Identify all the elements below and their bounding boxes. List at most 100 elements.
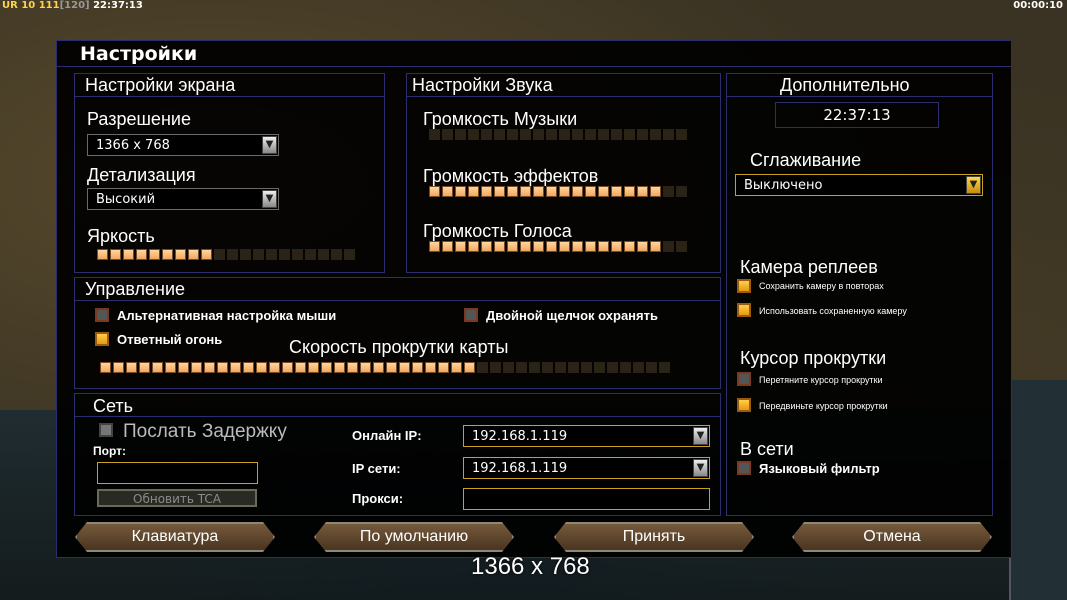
slider-segment[interactable] — [253, 249, 264, 260]
slider-segment[interactable] — [217, 362, 228, 373]
slider-segment[interactable] — [507, 241, 518, 252]
detail-dropdown[interactable]: Высокий ▼ — [87, 188, 279, 210]
slider-segment[interactable] — [204, 362, 215, 373]
slider-segment[interactable] — [429, 129, 440, 140]
chevron-down-icon[interactable]: ▼ — [966, 176, 981, 194]
slider-segment[interactable] — [559, 241, 570, 252]
slider-segment[interactable] — [611, 186, 622, 197]
cancel-button[interactable]: Отмена — [792, 522, 992, 552]
slider-segment[interactable] — [572, 129, 583, 140]
slider-segment[interactable] — [481, 186, 492, 197]
slider-segment[interactable] — [585, 186, 596, 197]
slider-segment[interactable] — [572, 241, 583, 252]
slider-segment[interactable] — [637, 129, 648, 140]
slider-segment[interactable] — [344, 249, 355, 260]
chevron-down-icon[interactable]: ▼ — [693, 459, 708, 477]
slider-segment[interactable] — [650, 186, 661, 197]
effects-volume-slider[interactable] — [429, 186, 687, 198]
slider-segment[interactable] — [533, 241, 544, 252]
keyboard-button[interactable]: Клавиатура — [75, 522, 275, 552]
resolution-dropdown[interactable]: 1366 x 768 ▼ — [87, 134, 279, 156]
slider-segment[interactable] — [533, 186, 544, 197]
slider-segment[interactable] — [572, 186, 583, 197]
slider-segment[interactable] — [520, 186, 531, 197]
slider-segment[interactable] — [663, 241, 674, 252]
slider-segment[interactable] — [676, 241, 687, 252]
slider-segment[interactable] — [175, 249, 186, 260]
slider-segment[interactable] — [399, 362, 410, 373]
slider-segment[interactable] — [598, 241, 609, 252]
slider-segment[interactable] — [188, 249, 199, 260]
chevron-down-icon[interactable]: ▼ — [262, 136, 277, 154]
slider-segment[interactable] — [507, 129, 518, 140]
slider-segment[interactable] — [412, 362, 423, 373]
scroll-speed-slider[interactable] — [100, 362, 670, 374]
slider-segment[interactable] — [442, 129, 453, 140]
slider-segment[interactable] — [230, 362, 241, 373]
send-delay-checkbox[interactable] — [99, 423, 113, 437]
slider-segment[interactable] — [659, 362, 670, 373]
slider-segment[interactable] — [507, 186, 518, 197]
slider-segment[interactable] — [438, 362, 449, 373]
slider-segment[interactable] — [162, 249, 173, 260]
slider-segment[interactable] — [321, 362, 332, 373]
chevron-down-icon[interactable]: ▼ — [262, 190, 277, 208]
slider-segment[interactable] — [646, 362, 657, 373]
slider-segment[interactable] — [663, 129, 674, 140]
slider-segment[interactable] — [650, 129, 661, 140]
slider-segment[interactable] — [520, 129, 531, 140]
slider-segment[interactable] — [598, 186, 609, 197]
slider-segment[interactable] — [191, 362, 202, 373]
slider-segment[interactable] — [676, 129, 687, 140]
slider-segment[interactable] — [624, 186, 635, 197]
slider-segment[interactable] — [455, 241, 466, 252]
slider-segment[interactable] — [386, 362, 397, 373]
slider-segment[interactable] — [542, 362, 553, 373]
slider-segment[interactable] — [516, 362, 527, 373]
slider-segment[interactable] — [240, 249, 251, 260]
slider-segment[interactable] — [676, 186, 687, 197]
refresh-tca-button[interactable]: Обновить TCA — [97, 489, 257, 507]
slider-segment[interactable] — [227, 249, 238, 260]
slider-segment[interactable] — [568, 362, 579, 373]
slider-segment[interactable] — [650, 241, 661, 252]
slider-segment[interactable] — [425, 362, 436, 373]
slider-segment[interactable] — [149, 249, 160, 260]
slider-segment[interactable] — [334, 362, 345, 373]
brightness-slider[interactable] — [97, 249, 355, 261]
slider-segment[interactable] — [178, 362, 189, 373]
slider-segment[interactable] — [442, 186, 453, 197]
slider-segment[interactable] — [126, 362, 137, 373]
slider-segment[interactable] — [585, 241, 596, 252]
lan-ip-dropdown[interactable]: 192.168.1.119 ▼ — [463, 457, 710, 479]
use-saved-camera-checkbox[interactable] — [737, 303, 751, 317]
proxy-field[interactable] — [463, 488, 710, 510]
slider-segment[interactable] — [308, 362, 319, 373]
slider-segment[interactable] — [113, 362, 124, 373]
slider-segment[interactable] — [266, 249, 277, 260]
slider-segment[interactable] — [455, 129, 466, 140]
slider-segment[interactable] — [442, 241, 453, 252]
slider-segment[interactable] — [468, 186, 479, 197]
slider-segment[interactable] — [477, 362, 488, 373]
defaults-button[interactable]: По умолчанию — [314, 522, 514, 552]
slider-segment[interactable] — [611, 241, 622, 252]
slider-segment[interactable] — [490, 362, 501, 373]
slider-segment[interactable] — [152, 362, 163, 373]
chevron-down-icon[interactable]: ▼ — [693, 427, 708, 445]
slider-segment[interactable] — [624, 129, 635, 140]
slider-segment[interactable] — [295, 362, 306, 373]
slider-segment[interactable] — [585, 129, 596, 140]
save-camera-checkbox[interactable] — [737, 279, 751, 293]
slider-segment[interactable] — [624, 241, 635, 252]
slider-segment[interactable] — [503, 362, 514, 373]
slider-segment[interactable] — [165, 362, 176, 373]
slider-segment[interactable] — [468, 241, 479, 252]
slider-segment[interactable] — [546, 129, 557, 140]
slider-segment[interactable] — [620, 362, 631, 373]
slider-segment[interactable] — [546, 186, 557, 197]
slider-segment[interactable] — [481, 129, 492, 140]
slider-segment[interactable] — [494, 241, 505, 252]
return-fire-checkbox[interactable] — [95, 332, 109, 346]
slider-segment[interactable] — [464, 362, 475, 373]
